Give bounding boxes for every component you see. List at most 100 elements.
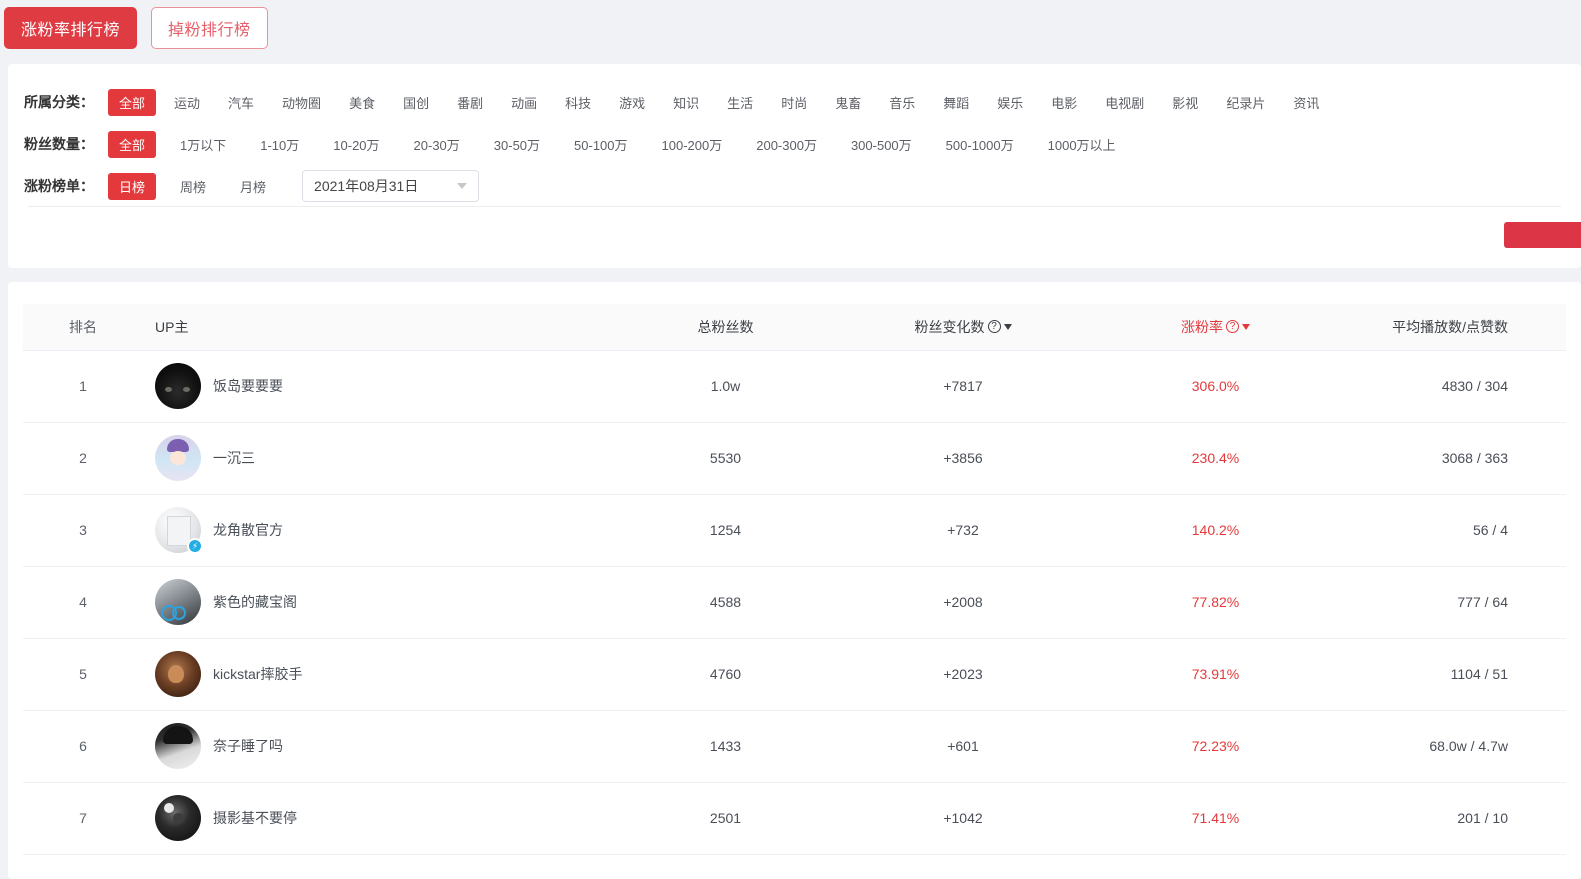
up-name[interactable]: 奈子睡了吗 <box>213 736 283 756</box>
table-row[interactable]: 4 紫色的藏宝阁 4588 +2008 77.82% 777 / 64 <box>23 566 1566 639</box>
up-name[interactable]: 一沉三 <box>213 448 255 468</box>
up-name[interactable]: 摄影基不要停 <box>213 808 297 828</box>
fans-chip-3[interactable]: 10-20万 <box>323 131 389 158</box>
category-chip-13[interactable]: 鬼畜 <box>825 89 871 116</box>
avatar-wrapper[interactable] <box>155 579 201 625</box>
avatar-wrapper[interactable] <box>155 435 201 481</box>
fans-chip-10[interactable]: 500-1000万 <box>936 131 1024 158</box>
column-header-rank: 排名 <box>23 304 143 351</box>
cell-up[interactable]: 紫色的藏宝阁 <box>143 566 613 639</box>
column-header-fan-change[interactable]: 粉丝变化数 ? <box>838 304 1088 351</box>
category-chip-8[interactable]: 科技 <box>555 89 601 116</box>
category-chip-21[interactable]: 资讯 <box>1283 89 1329 116</box>
cell-rank: 1 <box>23 350 143 423</box>
category-chip-11[interactable]: 生活 <box>717 89 763 116</box>
cell-up[interactable]: kickstar摔胶手 <box>143 638 613 711</box>
fans-chip-2[interactable]: 1-10万 <box>250 131 309 158</box>
avatar[interactable] <box>155 723 201 769</box>
category-chip-20[interactable]: 纪录片 <box>1216 89 1275 116</box>
cell-total-fans: 1433 <box>613 710 838 783</box>
export-button[interactable] <box>1504 222 1581 248</box>
cell-up[interactable]: ⚡ 龙角散官方 <box>143 494 613 567</box>
help-icon[interactable]: ? <box>1226 320 1239 334</box>
avatar[interactable] <box>155 363 201 409</box>
category-chip-3[interactable]: 动物圈 <box>272 89 331 116</box>
fan-change-value: +601 <box>947 738 979 754</box>
up-name[interactable]: kickstar摔胶手 <box>213 664 302 684</box>
tab-growth-rate-ranking[interactable]: 涨粉率排行榜 <box>4 7 138 49</box>
period-chip-2[interactable]: 月榜 <box>230 173 276 200</box>
sort-descending-icon[interactable] <box>1242 323 1250 330</box>
column-header-growth-rate[interactable]: 涨粉率 ? <box>1088 304 1343 351</box>
column-header-growth-rate-label: 涨粉率 <box>1181 318 1223 335</box>
table-row[interactable]: 5 kickstar摔胶手 4760 +2023 73.91% 1104 / 51 <box>23 638 1566 711</box>
fans-chip-1[interactable]: 1万以下 <box>170 131 236 158</box>
up-name[interactable]: 龙角散官方 <box>213 520 283 540</box>
tab-fan-loss-ranking[interactable]: 掉粉排行榜 <box>151 7 268 49</box>
up-name[interactable]: 饭岛要要要 <box>213 376 283 396</box>
table-row[interactable]: 1 饭岛要要要 1.0w +7817 306.0% 4830 / 304 <box>23 350 1566 423</box>
help-icon[interactable]: ? <box>987 320 1001 334</box>
fans-chip-9[interactable]: 300-500万 <box>841 131 922 158</box>
cell-avg-views-likes: 4830 / 304 <box>1343 350 1566 423</box>
category-chip-2[interactable]: 汽车 <box>218 89 264 116</box>
category-chip-10[interactable]: 知识 <box>663 89 709 116</box>
cell-rank: 4 <box>23 566 143 639</box>
avatar[interactable] <box>155 579 201 625</box>
fans-chip-4[interactable]: 20-30万 <box>404 131 470 158</box>
category-chip-14[interactable]: 音乐 <box>879 89 925 116</box>
ranking-table-body: 1 饭岛要要要 1.0w +7817 306.0% 4830 / 304 2 一沉三 5530 +… <box>23 350 1566 855</box>
avatar-wrapper[interactable]: ⚡ <box>155 507 203 554</box>
period-chip-1[interactable]: 周榜 <box>170 173 216 200</box>
chevron-down-icon <box>457 183 468 189</box>
cell-total-fans: 5530 <box>613 422 838 495</box>
category-chip-19[interactable]: 影视 <box>1162 89 1208 116</box>
table-row[interactable]: 2 一沉三 5530 +3856 230.4% 3068 / 363 <box>23 422 1566 495</box>
cell-up[interactable]: 一沉三 <box>143 422 613 495</box>
fans-chip-11[interactable]: 1000万以上 <box>1038 131 1126 158</box>
up-name[interactable]: 紫色的藏宝阁 <box>213 592 297 612</box>
total-fans-value: 1254 <box>709 522 742 538</box>
cell-rank: 3 <box>23 494 143 567</box>
period-chip-0[interactable]: 日榜 <box>108 172 157 200</box>
avatar-wrapper[interactable] <box>155 651 201 697</box>
category-chip-9[interactable]: 游戏 <box>609 89 655 116</box>
category-chip-5[interactable]: 国创 <box>393 89 439 116</box>
category-chip-4[interactable]: 美食 <box>339 89 385 116</box>
fans-chip-8[interactable]: 200-300万 <box>746 131 827 158</box>
avatar[interactable] <box>155 795 201 841</box>
avatar-wrapper[interactable] <box>155 723 201 769</box>
avg-views-likes-value: 777 / 64 <box>1457 594 1508 610</box>
fan-change-value: +2008 <box>943 594 983 610</box>
avatar[interactable] <box>155 435 201 481</box>
cell-up[interactable]: 饭岛要要要 <box>143 350 613 423</box>
cell-growth-rate: 230.4% <box>1088 422 1343 495</box>
category-chip-1[interactable]: 运动 <box>164 89 210 116</box>
cell-up[interactable]: 摄影基不要停 <box>143 782 613 855</box>
date-picker[interactable]: 2021年08月31日 <box>302 170 480 202</box>
fans-chip-5[interactable]: 30-50万 <box>484 131 550 158</box>
category-chip-16[interactable]: 娱乐 <box>987 89 1033 116</box>
table-row[interactable]: 6 奈子睡了吗 1433 +601 72.23% 68.0w / 4.7w <box>23 710 1566 783</box>
fans-chip-6[interactable]: 50-100万 <box>564 131 637 158</box>
category-chip-12[interactable]: 时尚 <box>771 89 817 116</box>
category-chip-15[interactable]: 舞蹈 <box>933 89 979 116</box>
fan-change-value: +732 <box>947 522 979 538</box>
cell-fan-change: +2008 <box>838 566 1088 639</box>
avg-views-likes-value: 56 / 4 <box>1472 522 1508 538</box>
category-chip-7[interactable]: 动画 <box>501 89 547 116</box>
fans-chip-7[interactable]: 100-200万 <box>652 131 733 158</box>
cell-avg-views-likes: 68.0w / 4.7w <box>1343 710 1566 783</box>
category-chip-17[interactable]: 电影 <box>1041 89 1087 116</box>
category-chip-18[interactable]: 电视剧 <box>1095 89 1154 116</box>
avatar[interactable] <box>155 651 201 697</box>
fans-chip-0[interactable]: 全部 <box>108 130 157 158</box>
sort-descending-icon[interactable] <box>1003 323 1012 330</box>
table-row[interactable]: 3 ⚡ 龙角散官方 1254 +732 140.2% 56 / 4 <box>23 494 1566 567</box>
cell-up[interactable]: 奈子睡了吗 <box>143 710 613 783</box>
avatar-wrapper[interactable] <box>155 363 201 409</box>
category-chip-0[interactable]: 全部 <box>108 88 157 116</box>
table-row[interactable]: 7 摄影基不要停 2501 +1042 71.41% 201 / 10 <box>23 782 1566 855</box>
category-chip-6[interactable]: 番剧 <box>447 89 493 116</box>
avatar-wrapper[interactable] <box>155 795 201 841</box>
